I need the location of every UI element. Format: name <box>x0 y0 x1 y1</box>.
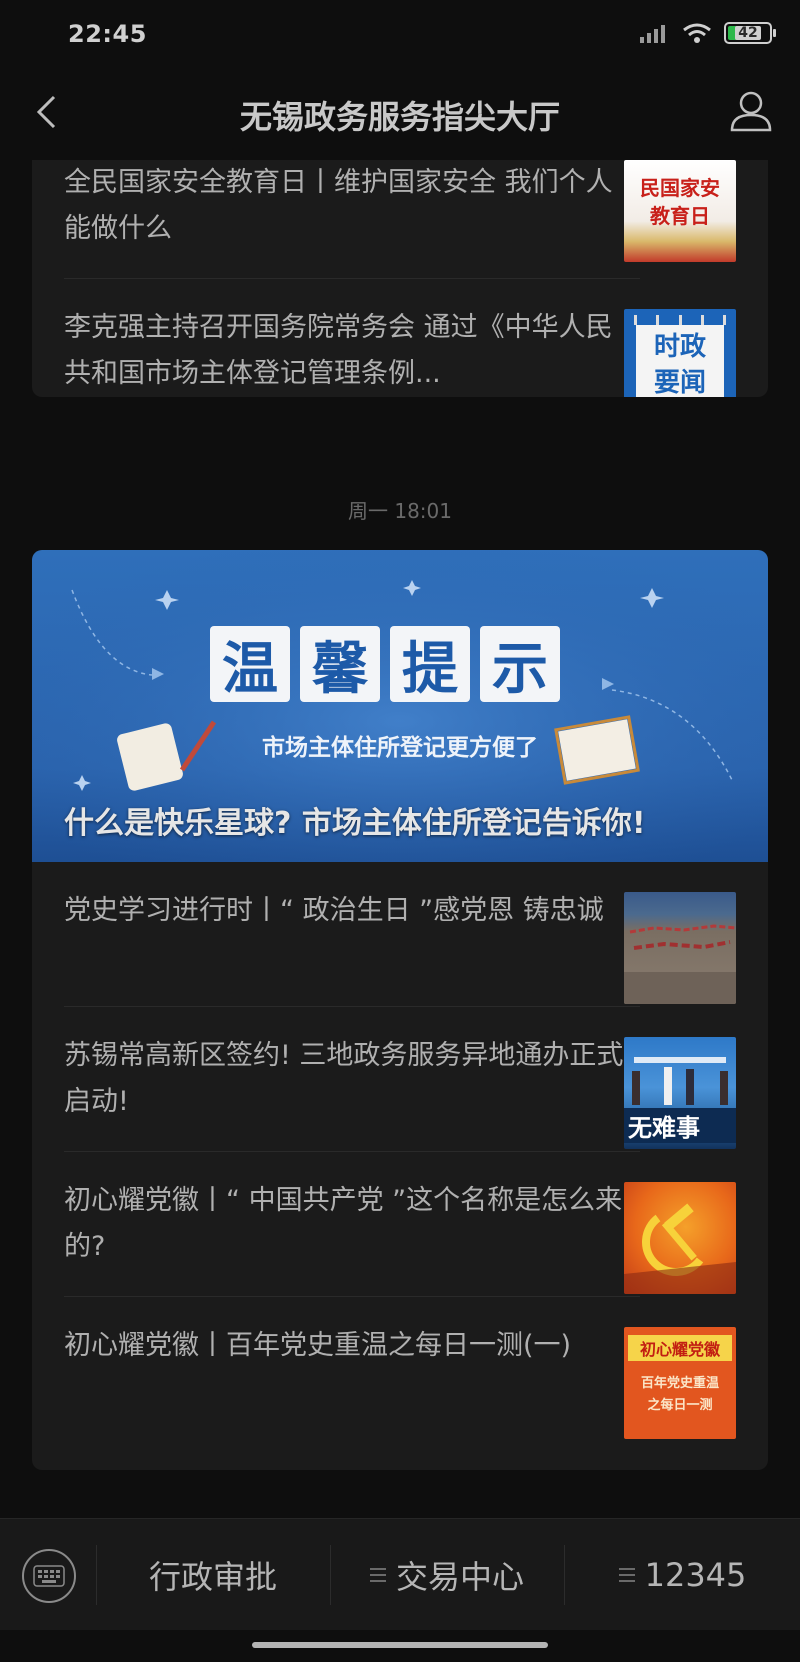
nav-bar: 无锡政务服务指尖大厅 <box>0 72 800 160</box>
article-thumbnail: 时政 要闻 <box>624 309 736 397</box>
article-title: 李克强主持召开国务院常务会 通过《中华人民共和国市场主体登记管理条例... <box>64 312 613 389</box>
menu-item-trading-center[interactable]: 交易中心 <box>331 1543 563 1607</box>
article-card: 温 馨 提 示 市场主体住所登记更方便了 什么是快乐星球? 市场主体住所登记告诉… <box>32 550 768 1470</box>
profile-button[interactable] <box>728 88 774 134</box>
user-icon <box>730 91 772 132</box>
hammer-sickle-icon <box>624 1203 736 1294</box>
thumb-text-line: 百年党史重温 <box>640 1376 719 1391</box>
thumb-image <box>624 924 736 1004</box>
status-icons: 42 <box>640 22 776 44</box>
thumb-text-line: 要闻 <box>653 368 706 397</box>
menu-item-label: 交易中心 <box>395 1558 524 1596</box>
list-item[interactable]: 初心耀党徽丨百年党史重温之每日一测(一) 初心耀党徽 百年党史重温 之每日一测 <box>32 1297 768 1442</box>
list-item[interactable]: 全民国家安全教育日丨维护国家安全 我们个人能做什么 民国家安 教育日 <box>32 160 768 279</box>
wifi-icon <box>683 23 711 43</box>
list-item[interactable]: 李克强主持召开国务院常务会 通过《中华人民共和国市场主体登记管理条例... 时政… <box>32 279 768 397</box>
article-thumbnail: 无难事 <box>624 1037 736 1149</box>
signal-icon <box>640 25 665 43</box>
keyboard-icon <box>33 1565 65 1587</box>
article-title: 党史学习进行时丨“ 政治生日 ”感党恩 铸忠诚 <box>64 895 604 926</box>
thumb-text: 无难事 <box>624 1108 736 1143</box>
menu-item-administrative-approval[interactable]: 行政审批 <box>97 1543 329 1607</box>
article-thumbnail: 民国家安 教育日 <box>624 160 736 262</box>
thumb-text-line: 初心耀党徽 <box>628 1335 732 1361</box>
bottom-menu: 行政审批 交易中心 12345 <box>0 1518 800 1630</box>
home-indicator[interactable] <box>252 1642 548 1648</box>
banner-subheading: 市场主体住所登记更方便了 <box>262 735 538 761</box>
keyboard-toggle-button[interactable] <box>22 1549 76 1603</box>
article-title: 初心耀党徽丨百年党史重温之每日一测(一) <box>64 1330 572 1361</box>
submenu-icon <box>369 1564 386 1586</box>
list-item[interactable]: 初心耀党徽丨“ 中国共产党 ”这个名称是怎么来的? <box>32 1152 768 1297</box>
heading-char: 提 <box>390 626 470 702</box>
heading-char: 示 <box>480 626 560 702</box>
menu-item-label: 12345 <box>644 1556 747 1594</box>
article-card: 全民国家安全教育日丨维护国家安全 我们个人能做什么 民国家安 教育日 李克强主持… <box>32 160 768 397</box>
message-feed[interactable]: 全民国家安全教育日丨维护国家安全 我们个人能做什么 民国家安 教育日 李克强主持… <box>0 160 800 1518</box>
timestamp: 周一 18:01 <box>348 499 452 523</box>
banner-caption: 什么是快乐星球? 市场主体住所登记告诉你! <box>64 806 646 841</box>
menu-item-label: 行政审批 <box>148 1558 277 1596</box>
article-title: 初心耀党徽丨“ 中国共产党 ”这个名称是怎么来的? <box>64 1185 623 1262</box>
battery-level: 42 <box>735 26 761 40</box>
article-thumbnail: 初心耀党徽 百年党史重温 之每日一测 <box>624 1327 736 1439</box>
heading-char: 馨 <box>300 626 380 702</box>
thumb-text-line: 时政 <box>653 332 706 362</box>
menu-item-12345[interactable]: 12345 <box>565 1543 800 1607</box>
thumb-text-line: 民国家安 <box>640 176 720 200</box>
banner[interactable]: 温 馨 提 示 市场主体住所登记更方便了 什么是快乐星球? 市场主体住所登记告诉… <box>32 550 768 862</box>
banner-heading: 温 馨 提 示 <box>210 626 560 702</box>
article-title: 全民国家安全教育日丨维护国家安全 我们个人能做什么 <box>64 167 613 244</box>
article-thumbnail <box>624 892 736 1004</box>
list-item[interactable]: 党史学习进行时丨“ 政治生日 ”感党恩 铸忠诚 <box>32 862 768 1007</box>
article-title: 苏锡常高新区签约! 三地政务服务异地通办正式启动! <box>64 1040 624 1117</box>
status-bar: 22:45 42 <box>0 0 800 72</box>
article-thumbnail <box>624 1182 736 1294</box>
status-time: 22:45 <box>68 20 147 48</box>
thumb-text-line: 教育日 <box>650 204 710 228</box>
thumb-text-line: 之每日一测 <box>647 1398 713 1413</box>
list-item[interactable]: 苏锡常高新区签约! 三地政务服务异地通办正式启动! 无难事 <box>32 1007 768 1152</box>
heading-char: 温 <box>210 626 290 702</box>
battery-icon: 42 <box>724 22 776 44</box>
page-title: 无锡政务服务指尖大厅 <box>239 98 560 136</box>
submenu-icon <box>618 1564 635 1586</box>
